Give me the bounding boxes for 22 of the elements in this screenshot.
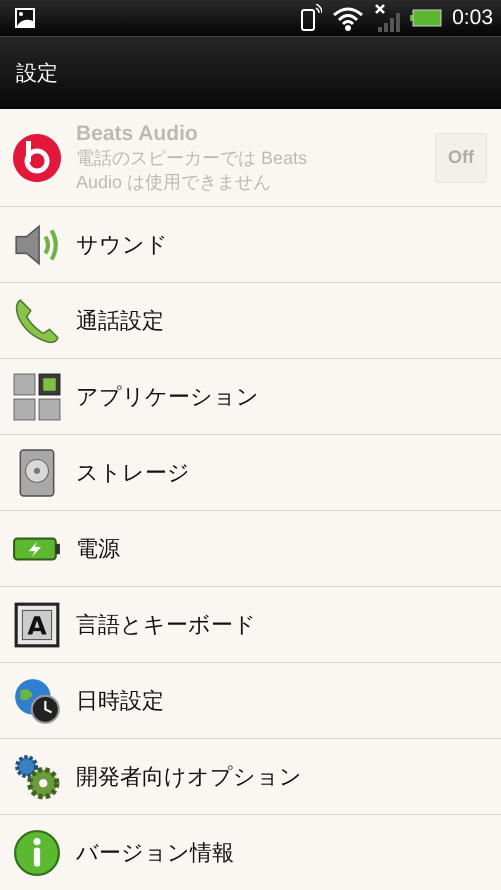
picture-notification-icon: [14, 7, 36, 29]
settings-item[interactable]: A 言語とキーボード: [0, 587, 501, 663]
setting-summary: 電話のスピーカーでは Beats Audio は使用できません: [76, 146, 308, 194]
no-signal-icon: [374, 3, 400, 33]
wifi-icon: [332, 5, 364, 31]
settings-item[interactable]: 通話設定: [0, 283, 501, 359]
letter-key-icon: A: [12, 600, 62, 650]
phone-signal-icon: [300, 4, 322, 32]
app-grid-icon: [12, 372, 62, 422]
beats-logo-icon: [12, 132, 62, 182]
settings-item[interactable]: サウンド: [0, 207, 501, 283]
settings-item[interactable]: 電源: [0, 511, 501, 587]
settings-item[interactable]: 開発者向けオプション: [0, 739, 501, 815]
settings-item[interactable]: ストレージ: [0, 435, 501, 511]
settings-item[interactable]: アプリケーション: [0, 359, 501, 435]
battery-icon: [410, 9, 442, 27]
screen-title: 設定: [16, 60, 58, 87]
info-icon: [12, 828, 62, 878]
setting-title: Beats Audio: [76, 122, 199, 146]
status-time: 0:03: [452, 6, 493, 30]
settings-item[interactable]: 日時設定: [0, 663, 501, 739]
settings-item[interactable]: バージョン情報: [0, 815, 501, 890]
